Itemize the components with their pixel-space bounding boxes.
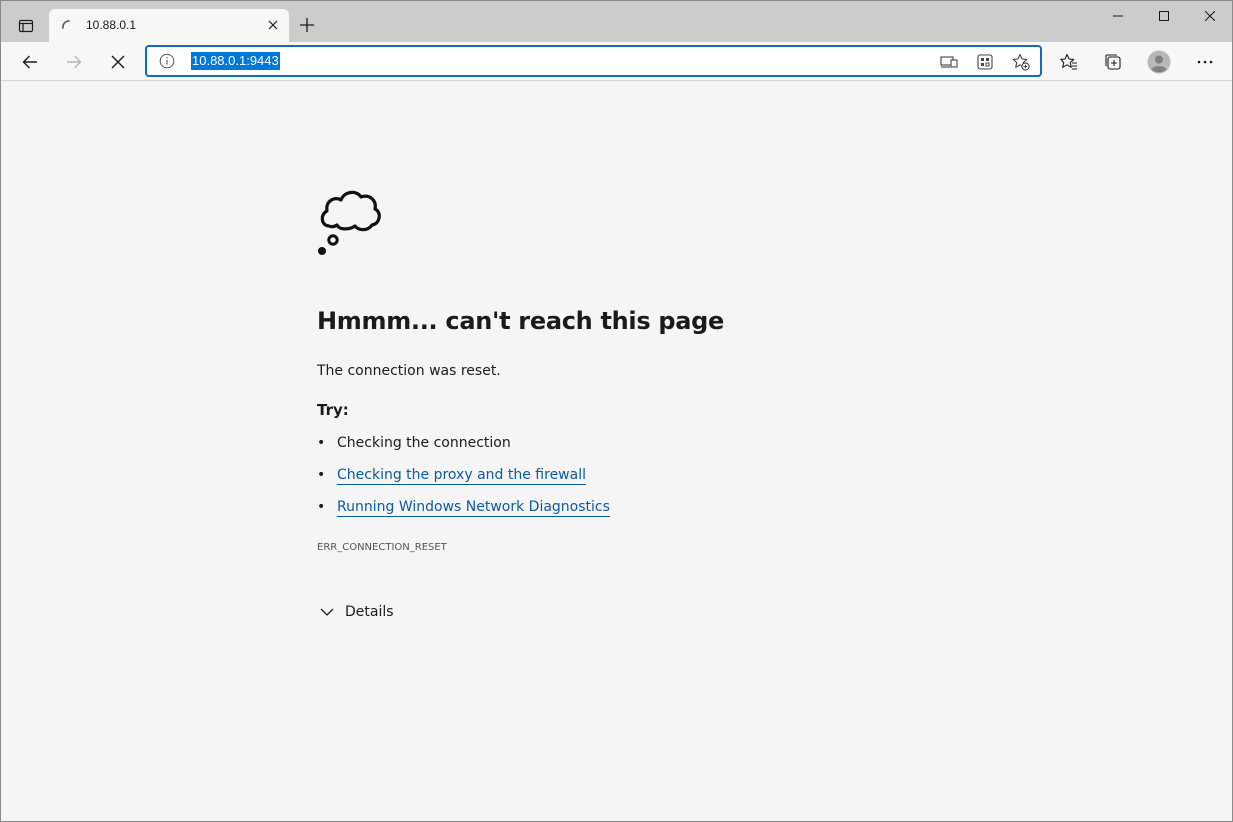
try-label: Try: [317,401,349,419]
chevron-down-icon [317,602,337,622]
proxy-firewall-link[interactable]: Checking the proxy and the firewall [337,467,586,485]
more-icon [1197,60,1213,64]
tab-title: 10.88.0.1 [86,18,137,32]
error-code: ERR_CONNECTION_RESET [317,542,447,553]
immersive-reader-icon [940,56,958,68]
close-icon [1205,11,1215,21]
browser-toolbar: 10.88.0.1:9443 [1,42,1232,81]
tab-close-button[interactable] [265,17,281,33]
collections-icon [1105,54,1121,70]
favorites-icon [1060,53,1077,70]
address-url[interactable]: 10.88.0.1:9443 [191,52,280,70]
bullet: • [317,499,326,515]
details-label: Details [345,604,394,620]
forward-button[interactable] [58,46,90,78]
add-favorite-icon [1012,53,1030,71]
site-info-icon[interactable] [159,53,175,69]
add-favorite-button[interactable] [1011,52,1031,72]
thought-cloud-icon [318,190,381,255]
tab-actions-icon [18,19,34,33]
error-heading: Hmmm... can't reach this page [317,307,725,335]
bullet: • [317,467,326,483]
back-button[interactable] [14,46,46,78]
minimize-button[interactable] [1095,1,1141,31]
plus-icon [300,18,314,32]
maximize-button[interactable] [1141,1,1187,31]
error-page: Hmmm... can't reach this page The connec… [1,82,1232,821]
more-button[interactable] [1189,46,1221,78]
window-close-button[interactable] [1187,1,1232,31]
tab-strip: 10.88.0.1 [1,1,1232,42]
details-toggle[interactable]: Details [317,601,394,623]
new-tab-button[interactable] [295,13,319,37]
stop-button[interactable] [102,46,134,78]
profile-icon [1147,50,1171,74]
stop-icon [111,55,125,69]
back-arrow-icon [22,55,37,69]
suggestion-text: Checking the connection [337,435,511,451]
maximize-icon [1159,11,1169,21]
network-diagnostics-link[interactable]: Running Windows Network Diagnostics [337,499,610,517]
tab-actions-button[interactable] [11,11,41,41]
profile-button[interactable] [1143,46,1175,78]
apps-icon [977,54,993,70]
collections-button[interactable] [1097,46,1129,78]
apps-button[interactable] [975,52,995,72]
bullet: • [317,435,326,451]
favorites-button[interactable] [1053,46,1085,78]
immersive-reader-button[interactable] [939,52,959,72]
browser-window: 10.88.0.1 10.88.0.1:9443 Hmmm... can't r… [0,0,1233,822]
minimize-icon [1113,15,1123,17]
tab-active[interactable]: 10.88.0.1 [49,9,289,42]
loading-spinner-icon [62,20,70,29]
forward-arrow-icon [67,55,82,69]
error-reason: The connection was reset. [317,363,501,379]
address-bar[interactable]: 10.88.0.1:9443 [145,45,1042,77]
close-icon [268,20,278,30]
